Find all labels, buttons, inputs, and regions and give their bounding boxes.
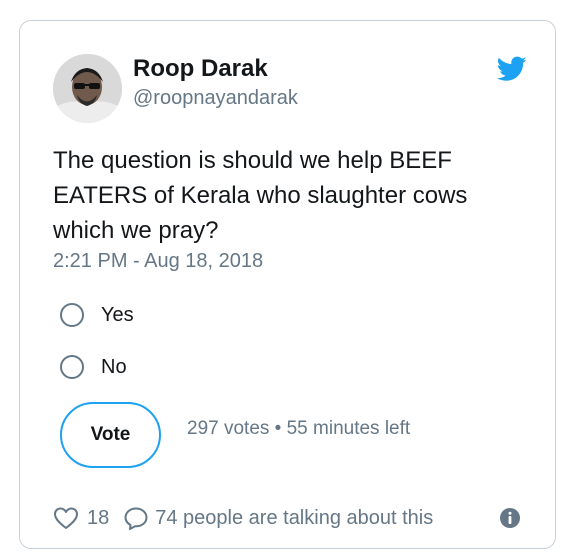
author-name[interactable]: Roop Darak xyxy=(133,55,268,83)
radio-button[interactable] xyxy=(60,303,84,327)
tweet-footer: 18 74 people are talking about this xyxy=(53,503,433,533)
tweet-timestamp[interactable]: 2:21 PM - Aug 18, 2018 xyxy=(53,250,263,273)
poll-option-no[interactable]: No xyxy=(60,352,127,382)
reply-icon[interactable] xyxy=(123,506,149,530)
poll-option-yes[interactable]: Yes xyxy=(60,300,134,330)
avatar[interactable] xyxy=(53,54,122,123)
info-icon[interactable] xyxy=(499,507,521,529)
twitter-bird-icon[interactable] xyxy=(497,56,527,82)
author-handle[interactable]: @roopnayandarak xyxy=(133,87,298,110)
tweet-card: Roop Darak @roopnayandarak The question … xyxy=(19,20,556,549)
tweet-text: The question is should we help BEEF EATE… xyxy=(53,147,468,244)
avatar-image xyxy=(53,54,122,123)
vote-button[interactable]: Vote xyxy=(60,402,161,468)
poll-option-label: No xyxy=(101,355,127,378)
heart-icon[interactable] xyxy=(53,506,79,530)
talking-count-text[interactable]: 74 people are talking about this xyxy=(155,507,433,530)
poll-option-label: Yes xyxy=(101,303,134,326)
radio-button[interactable] xyxy=(60,355,84,379)
like-count: 18 xyxy=(87,506,110,529)
poll-meta: 297 votes • 55 minutes left xyxy=(187,418,411,439)
